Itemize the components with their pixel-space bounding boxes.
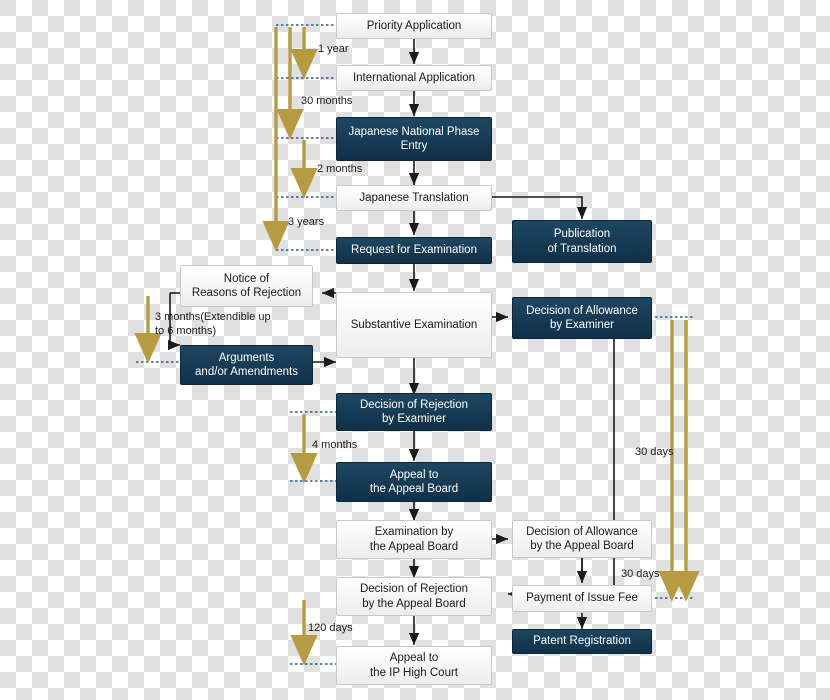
node-japanese-national-phase-entry[interactable]: Japanese National Phase Entry [336, 117, 492, 161]
node-request-for-examination[interactable]: Request for Examination [336, 237, 492, 264]
label-duration-30-months: 30 months [301, 95, 353, 107]
node-substantive-examination[interactable]: Substantive Examination [336, 292, 492, 358]
label-duration-3-years: 3 years [288, 216, 325, 228]
node-decision-of-allowance-by-the-appeal-board[interactable]: Decision of Allowance by the Appeal Boar… [512, 520, 652, 558]
label-duration-30-days-examiner: 30 days [635, 446, 674, 458]
node-appeal-to-the-appeal-board[interactable]: Appeal to the Appeal Board [336, 462, 492, 502]
node-decision-of-rejection-by-the-appeal-board[interactable]: Decision of Rejection by the Appeal Boar… [336, 577, 492, 616]
node-appeal-to-the-ip-high-court[interactable]: Appeal to the IP High Court [336, 646, 492, 685]
flowchart-canvas: Priority Application International Appli… [0, 0, 830, 700]
label-duration-2-months: 2 months [317, 163, 363, 175]
label-duration-30-days-appeal-board: 30 days [621, 568, 660, 580]
node-patent-registration[interactable]: Patent Registration [512, 629, 652, 654]
label-duration-3-months-extendible: 3 months(Extendible up to 6 months) [155, 311, 271, 337]
node-payment-of-issue-fee[interactable]: Payment of Issue Fee [512, 585, 652, 612]
node-international-application[interactable]: International Application [336, 65, 492, 91]
node-japanese-translation[interactable]: Japanese Translation [336, 185, 492, 211]
node-publication-of-translation[interactable]: Publication of Translation [512, 220, 652, 263]
node-notice-of-reasons-of-rejection[interactable]: Notice of Reasons of Rejection [180, 265, 313, 307]
node-decision-of-rejection-by-examiner[interactable]: Decision of Rejection by Examiner [336, 393, 492, 431]
label-duration-120-days: 120 days [308, 622, 353, 634]
node-decision-of-allowance-by-examiner[interactable]: Decision of Allowance by Examiner [512, 297, 652, 339]
label-duration-4-months: 4 months [312, 439, 358, 451]
node-arguments-and-or-amendments[interactable]: Arguments and/or Amendments [180, 345, 313, 385]
label-duration-1-year: 1 year [318, 43, 349, 55]
node-priority-application[interactable]: Priority Application [336, 13, 492, 39]
node-examination-by-the-appeal-board[interactable]: Examination by the Appeal Board [336, 520, 492, 559]
